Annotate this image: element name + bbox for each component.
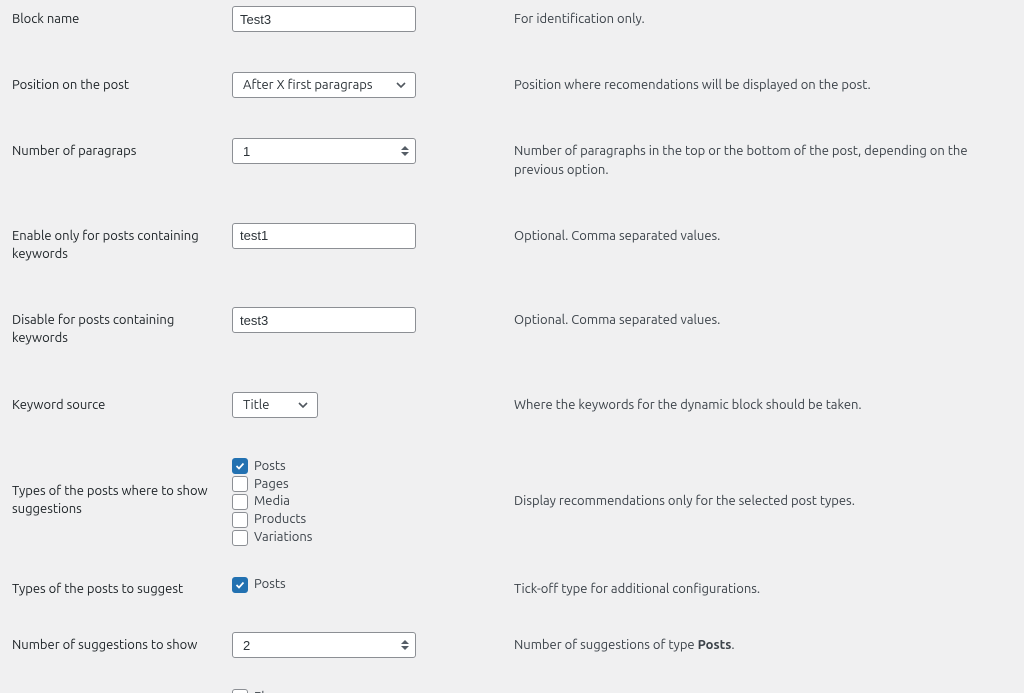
where-show-option[interactable]: Posts xyxy=(232,458,514,475)
row-keyword-source: Keyword source Title Where the keywords … xyxy=(2,388,1022,422)
checkbox-label: Posts xyxy=(254,576,286,593)
keyword-source-value: Title xyxy=(243,398,269,412)
position-select-value: After X first paragraps xyxy=(243,78,373,92)
disable-keywords-input[interactable] xyxy=(232,307,416,333)
checkbox-label: Ebay xyxy=(254,689,282,693)
desc-suggest-ebay: Tick-off type for additional configurati… xyxy=(514,685,1022,693)
label-block-name: Block name xyxy=(12,10,222,28)
row-num-suggest-posts: Number of suggestions to show Number of … xyxy=(2,628,1022,662)
checkbox-label: Pages xyxy=(254,476,289,493)
num-suggest-posts-input[interactable] xyxy=(232,632,416,658)
label-num-suggest-posts: Number of suggestions to show xyxy=(12,636,222,654)
checkbox-media[interactable] xyxy=(232,494,248,510)
label-position: Position on the post xyxy=(12,76,222,94)
checkbox-suggest-posts[interactable] xyxy=(232,577,248,593)
chevron-down-icon xyxy=(297,399,309,411)
desc-position: Position where recomendations will be di… xyxy=(514,68,1022,102)
row-suggest-posts: Types of the posts to suggest Posts Tick… xyxy=(2,572,1022,606)
label-keyword-source: Keyword source xyxy=(12,396,222,414)
desc-num-paragraphs: Number of paragraphs in the top or the b… xyxy=(514,134,1022,186)
label-num-paragraphs: Number of paragraps xyxy=(12,142,222,160)
where-show-option[interactable]: Media xyxy=(232,493,514,510)
checkbox-label: Variations xyxy=(254,529,312,546)
label-suggest-posts: Types of the posts to suggest xyxy=(12,580,222,598)
checkbox-label: Posts xyxy=(254,458,286,475)
where-show-option[interactable]: Products xyxy=(232,511,514,528)
position-select[interactable]: After X first paragraps xyxy=(232,72,416,98)
label-enable-keywords: Enable only for posts containing keyword… xyxy=(12,227,222,263)
row-block-name: Block name For identification only. xyxy=(2,2,1022,36)
desc-disable-keywords: Optional. Comma separated values. xyxy=(514,303,1022,337)
checkbox-variations[interactable] xyxy=(232,530,248,546)
row-disable-keywords: Disable for posts containing keywords Op… xyxy=(2,303,1022,355)
where-show-option[interactable]: Pages xyxy=(232,476,514,493)
row-num-paragraphs: Number of paragraps Number of paragraphs… xyxy=(2,134,1022,186)
suggest-ebay-option[interactable]: Ebay xyxy=(232,689,514,693)
desc-suggest-posts: Tick-off type for additional configurati… xyxy=(514,572,1022,606)
where-show-option[interactable]: Variations xyxy=(232,529,514,546)
checkbox-pages[interactable] xyxy=(232,476,248,492)
block-name-input[interactable] xyxy=(232,6,416,32)
desc-block-name: For identification only. xyxy=(514,2,1022,36)
row-suggest-ebay: Types of the posts to suggest Ebay Tick-… xyxy=(2,685,1022,693)
desc-num-suggest-posts: Number of suggestions of type Posts. xyxy=(514,628,1022,662)
label-where-show: Types of the posts where to show suggest… xyxy=(12,482,222,518)
row-position: Position on the post After X first parag… xyxy=(2,68,1022,102)
row-enable-keywords: Enable only for posts containing keyword… xyxy=(2,219,1022,271)
checkbox-suggest-ebay[interactable] xyxy=(232,689,248,693)
checkbox-products[interactable] xyxy=(232,512,248,528)
enable-keywords-input[interactable] xyxy=(232,223,416,249)
chevron-down-icon xyxy=(395,79,407,91)
num-paragraphs-input[interactable] xyxy=(232,138,416,164)
desc-enable-keywords: Optional. Comma separated values. xyxy=(514,219,1022,253)
suggest-posts-option[interactable]: Posts xyxy=(232,576,514,593)
keyword-source-select[interactable]: Title xyxy=(232,392,318,418)
checkbox-label: Products xyxy=(254,511,306,528)
desc-keyword-source: Where the keywords for the dynamic block… xyxy=(514,388,1022,422)
desc-where-show: Display recommendations only for the sel… xyxy=(514,454,1022,518)
where-show-list: Posts Pages Media Products Variations xyxy=(232,458,514,546)
checkbox-posts[interactable] xyxy=(232,458,248,474)
label-disable-keywords: Disable for posts containing keywords xyxy=(12,311,222,347)
checkbox-label: Media xyxy=(254,493,290,510)
settings-form: Block name For identification only. Posi… xyxy=(0,0,1024,693)
row-where-show: Types of the posts where to show suggest… xyxy=(2,454,1022,550)
